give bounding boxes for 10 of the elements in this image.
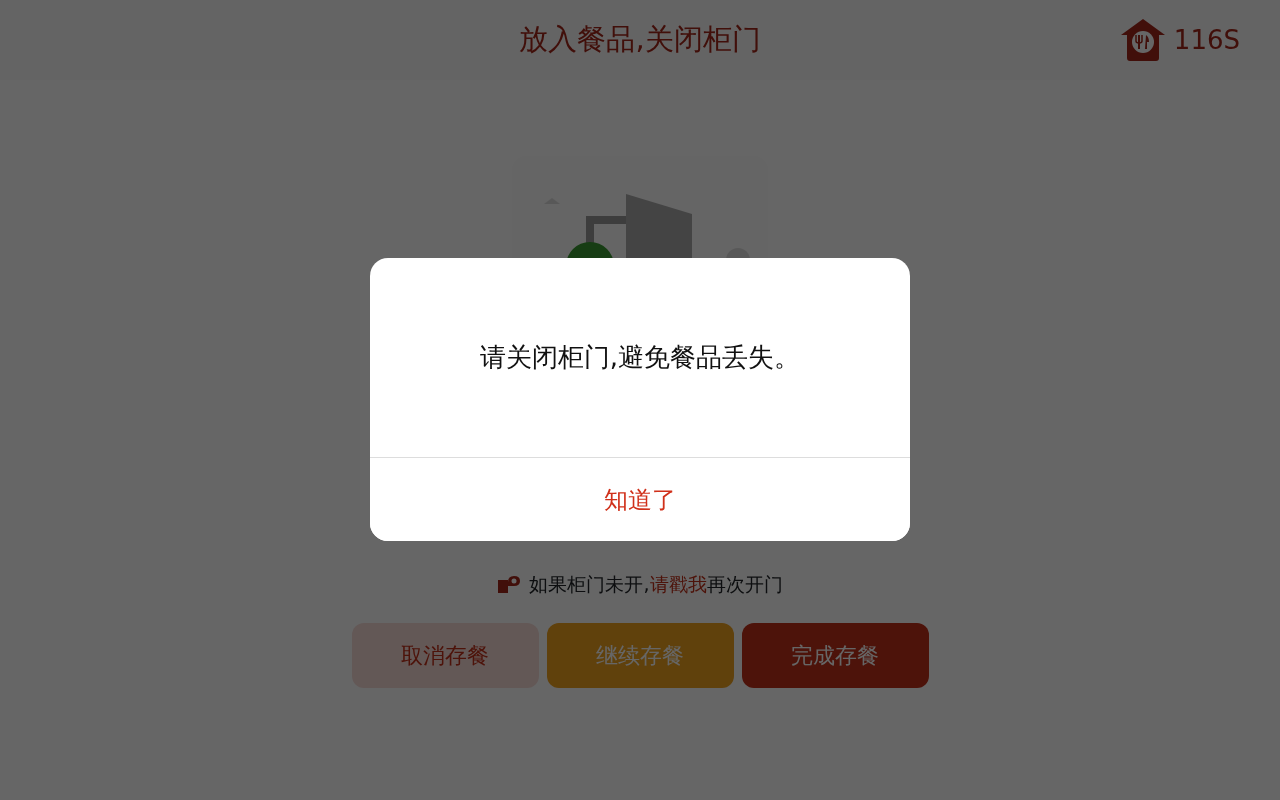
- dialog-message: 请关闭柜门,避免餐品丢失。: [479, 341, 801, 374]
- pointing-hand-icon: [497, 574, 522, 595]
- cancel-button[interactable]: 取消存餐: [351, 622, 539, 688]
- finish-button[interactable]: 完成存餐: [741, 622, 929, 688]
- house-cutlery-icon: [1119, 18, 1166, 62]
- retry-link[interactable]: 请戳我: [649, 573, 707, 595]
- hint-text: 如果柜门未开,请戳我再次开门: [529, 572, 783, 597]
- continue-button[interactable]: 继续存餐: [546, 622, 734, 688]
- page-title: 放入餐品,关闭柜门: [519, 21, 761, 59]
- countdown-timer: 116S: [1173, 23, 1240, 57]
